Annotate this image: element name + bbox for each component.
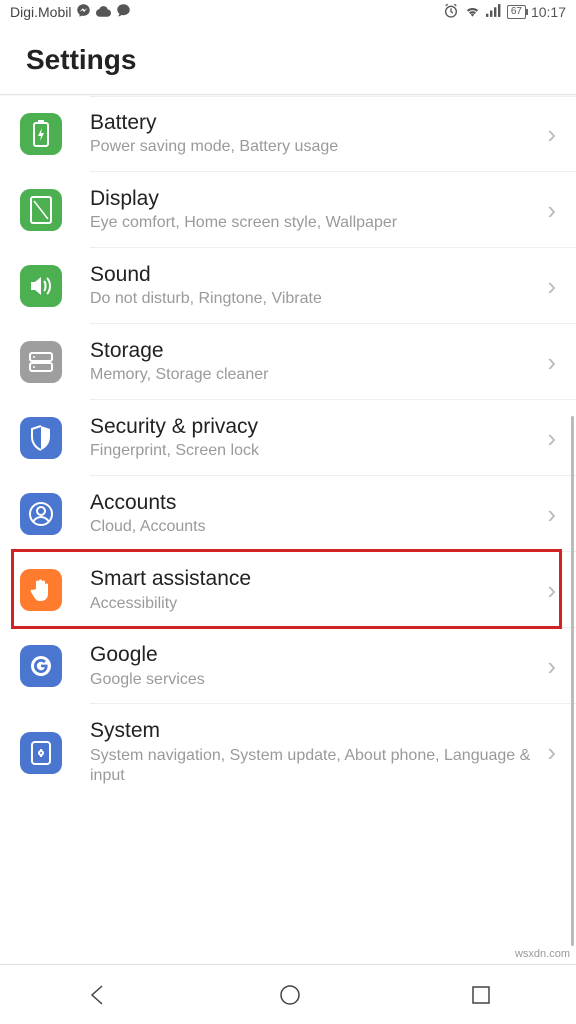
item-title: Google (90, 642, 541, 668)
chat-icon (116, 3, 131, 21)
chevron-right-icon: › (541, 271, 562, 302)
item-subtitle: Power saving mode, Battery usage (90, 137, 541, 158)
hand-icon (20, 569, 62, 611)
item-subtitle: Accessibility (90, 594, 541, 615)
chevron-right-icon: › (541, 347, 562, 378)
item-title: Security & privacy (90, 414, 541, 440)
chevron-right-icon: › (541, 423, 562, 454)
item-subtitle: Memory, Storage cleaner (90, 365, 541, 386)
settings-item-google[interactable]: Google Google services › (0, 628, 576, 704)
settings-item-storage[interactable]: Storage Memory, Storage cleaner › (0, 324, 576, 400)
settings-item-sound[interactable]: Sound Do not disturb, Ringtone, Vibrate … (0, 248, 576, 324)
item-subtitle: Eye comfort, Home screen style, Wallpape… (90, 213, 541, 234)
status-left: Digi.Mobil (10, 3, 131, 21)
page-title: Settings (26, 44, 550, 76)
settings-item-battery[interactable]: Battery Power saving mode, Battery usage… (0, 96, 576, 172)
chevron-right-icon: › (541, 499, 562, 530)
settings-item-security[interactable]: Security & privacy Fingerprint, Screen l… (0, 400, 576, 476)
watermark: wsxdn.com (515, 948, 570, 960)
item-title: Smart assistance (90, 566, 541, 592)
signal-icon (486, 4, 502, 20)
item-title: Accounts (90, 490, 541, 516)
clock-label: 10:17 (531, 4, 566, 20)
item-subtitle: Cloud, Accounts (90, 517, 541, 538)
google-icon (20, 645, 62, 687)
battery-icon (20, 113, 62, 155)
settings-item-smart-assistance[interactable]: Smart assistance Accessibility › (0, 552, 576, 628)
messenger-icon (76, 3, 91, 21)
nav-back-button[interactable] (84, 982, 110, 1008)
item-title: System (90, 718, 541, 744)
settings-item-accounts[interactable]: Accounts Cloud, Accounts › (0, 476, 576, 552)
item-subtitle: System navigation, System update, About … (90, 746, 541, 788)
status-bar: Digi.Mobil 67 10:17 (0, 0, 576, 24)
nav-recent-button[interactable] (470, 984, 492, 1006)
accounts-icon (20, 493, 62, 535)
carrier-label: Digi.Mobil (10, 4, 71, 20)
item-subtitle: Do not disturb, Ringtone, Vibrate (90, 289, 541, 310)
settings-item-system[interactable]: System System navigation, System update,… (0, 704, 576, 801)
storage-icon (20, 341, 62, 383)
item-title: Sound (90, 262, 541, 288)
chevron-right-icon: › (541, 195, 562, 226)
sound-icon (20, 265, 62, 307)
item-subtitle: Google services (90, 670, 541, 691)
chevron-right-icon: › (541, 737, 562, 768)
shield-icon (20, 417, 62, 459)
battery-icon: 67 (507, 5, 526, 19)
chevron-right-icon: › (541, 119, 562, 150)
alarm-icon (443, 3, 459, 22)
cloud-icon (96, 4, 111, 20)
status-right: 67 10:17 (443, 3, 566, 22)
wifi-icon (464, 4, 481, 21)
nav-home-button[interactable] (277, 982, 303, 1008)
chevron-right-icon: › (541, 651, 562, 682)
settings-list: Battery Power saving mode, Battery usage… (0, 96, 576, 801)
scrollbar[interactable] (571, 416, 574, 946)
display-icon (20, 189, 62, 231)
navigation-bar (0, 964, 576, 1024)
page-header: Settings (0, 24, 576, 94)
chevron-right-icon: › (541, 575, 562, 606)
item-title: Storage (90, 338, 541, 364)
item-title: Display (90, 186, 541, 212)
settings-item-display[interactable]: Display Eye comfort, Home screen style, … (0, 172, 576, 248)
system-icon (20, 732, 62, 774)
item-subtitle: Fingerprint, Screen lock (90, 441, 541, 462)
item-title: Battery (90, 110, 541, 136)
